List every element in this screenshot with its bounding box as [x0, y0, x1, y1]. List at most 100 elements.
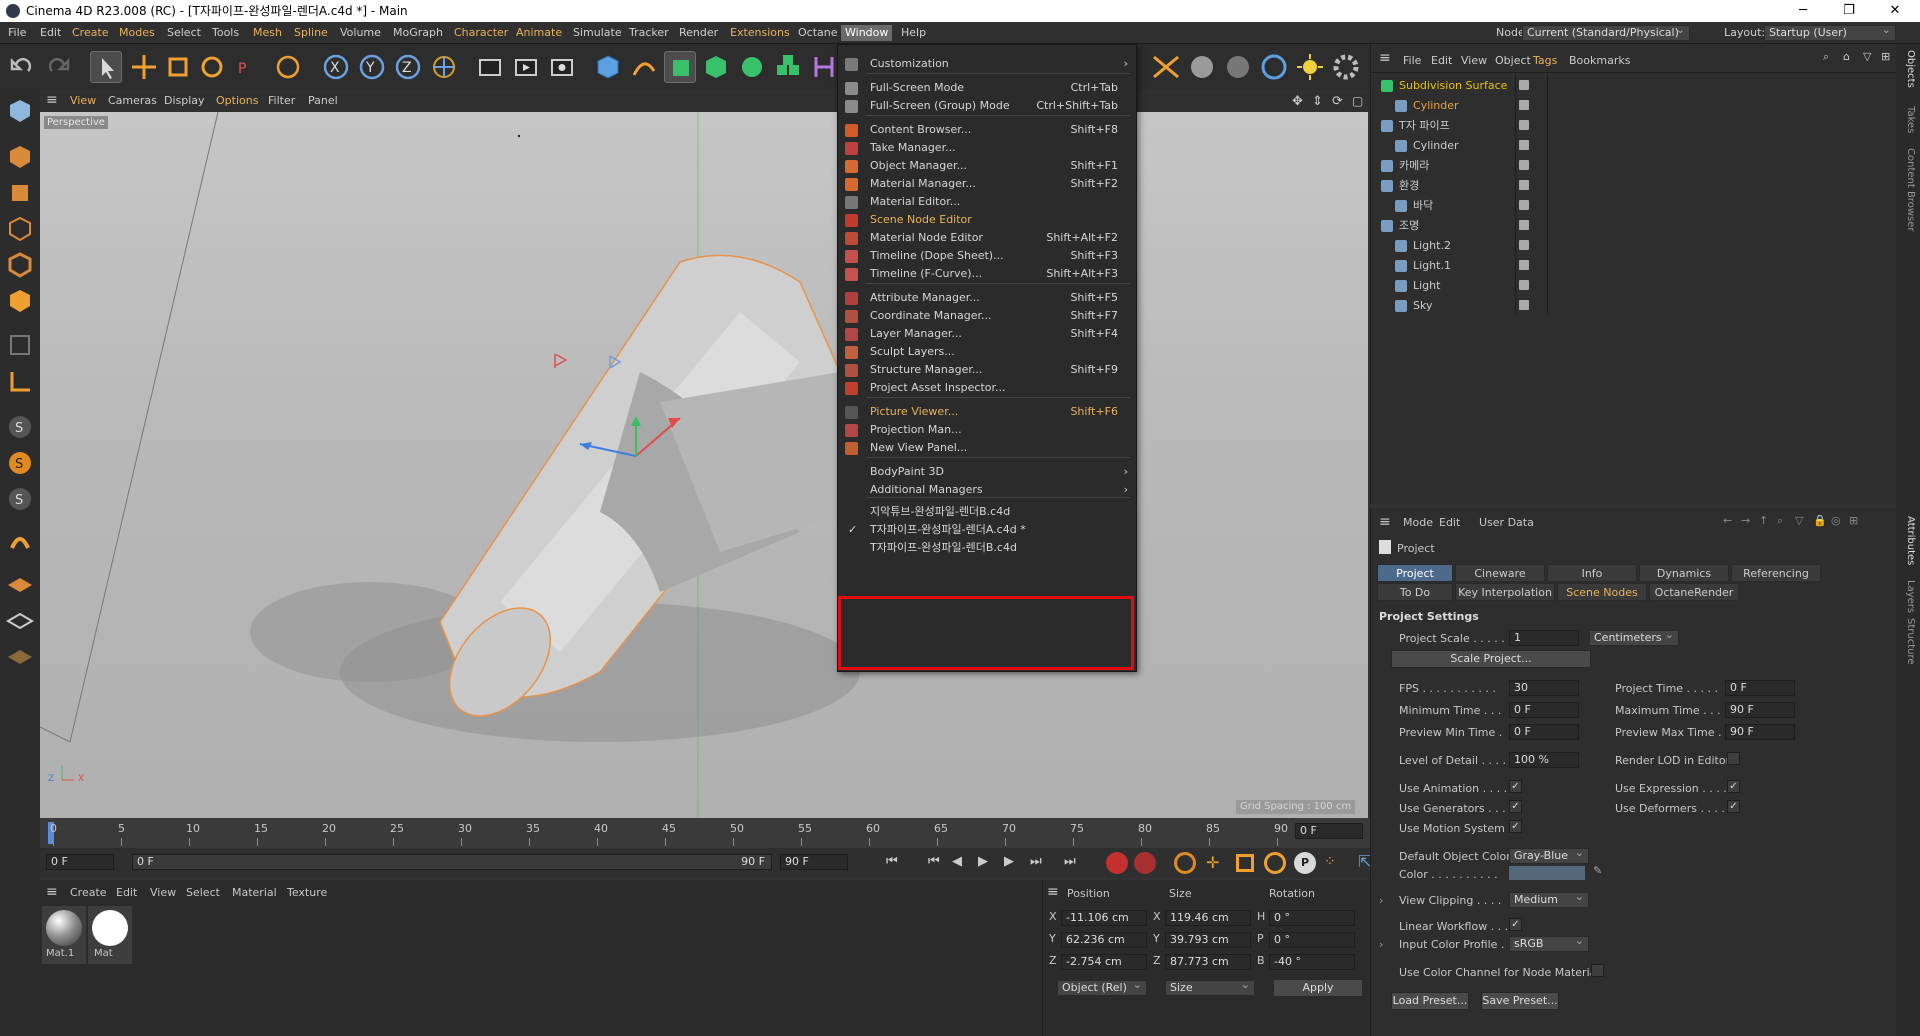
range-slider[interactable]: 0 F 90 F	[132, 854, 772, 870]
coord-size-field[interactable]: 119.46 cm	[1165, 910, 1251, 926]
menu-modes[interactable]: Modes	[117, 25, 157, 41]
save-preset-button[interactable]: Save Preset...	[1481, 992, 1559, 1010]
object-new-window-icon[interactable]: ⊞	[1881, 50, 1890, 63]
object-row[interactable]: Cylinder	[1371, 96, 1897, 116]
preview-max-field[interactable]: 90 F	[1725, 724, 1795, 740]
visibility-toggle-icon[interactable]	[1519, 300, 1529, 310]
menu-simulate[interactable]: Simulate	[571, 25, 624, 41]
coord-position-field[interactable]: -2.754 cm	[1061, 954, 1147, 970]
use-animation-checkbox[interactable]: ✓	[1509, 780, 1522, 793]
use-motion-checkbox[interactable]: ✓	[1509, 820, 1522, 833]
hamburger-icon[interactable]: ≡	[46, 92, 58, 108]
coordinate-system-icon[interactable]	[428, 51, 460, 83]
coord-size-field[interactable]: 39.793 cm	[1165, 932, 1251, 948]
visibility-toggle-icon[interactable]	[1519, 120, 1529, 130]
object-filter-icon[interactable]: ▽	[1863, 50, 1871, 63]
next-frame-icon[interactable]: ▶	[1004, 854, 1014, 869]
point-level-animation-icon[interactable]: ⁘	[1324, 854, 1336, 870]
attr-menu-user-data[interactable]: User Data	[1479, 516, 1534, 529]
octane-icon[interactable]	[1258, 51, 1290, 83]
object-menu-hamburger-icon[interactable]: ≡	[1379, 50, 1391, 66]
material-menu-material[interactable]: Material	[232, 886, 277, 899]
settings-gear-icon[interactable]	[1330, 51, 1362, 83]
visibility-toggle-icon[interactable]	[1519, 260, 1529, 270]
rotate-view-icon[interactable]: ⟳	[1332, 94, 1343, 109]
menu-octane[interactable]: Octane	[796, 25, 840, 41]
timeline-ruler[interactable]: 0 5 10 15 20 25 30 35 40 45 50 55 60 65 70 75 80 85 90 0 F	[40, 818, 1370, 848]
material-menu-hamburger-icon[interactable]: ≡	[46, 884, 58, 900]
material-menu-view[interactable]: View	[150, 886, 176, 899]
rotate-tool-icon[interactable]	[196, 51, 228, 83]
goto-end-icon[interactable]: ⏭	[1064, 854, 1076, 869]
tab-project-settings[interactable]: Project Settings	[1377, 564, 1453, 598]
object-home-icon[interactable]: ⌂	[1843, 50, 1850, 63]
minimize-button[interactable]: ─	[1780, 0, 1826, 22]
object-row[interactable]: 바닥	[1371, 196, 1897, 216]
object-row[interactable]: Cylinder	[1371, 136, 1897, 156]
visibility-toggle-icon[interactable]	[1519, 200, 1529, 210]
sky-object-icon[interactable]	[1186, 51, 1218, 83]
viewport-menu-filter[interactable]: Filter	[268, 94, 295, 107]
project-time-field[interactable]: 0 F	[1725, 680, 1795, 696]
color-picker-icon[interactable]: ✎	[1593, 864, 1602, 877]
max-time-field[interactable]: 90 F	[1725, 702, 1795, 718]
lod-field[interactable]: 100 %	[1509, 752, 1579, 768]
project-scale-unit-dropdown[interactable]: Centimeters	[1589, 628, 1679, 646]
coord-position-field[interactable]: -11.106 cm	[1061, 910, 1147, 926]
coord-menu-hamburger-icon[interactable]: ≡	[1047, 884, 1059, 900]
coord-size-mode-dropdown[interactable]: Size	[1165, 978, 1255, 996]
attr-menu-hamburger-icon[interactable]: ≡	[1379, 514, 1391, 530]
attr-target-icon[interactable]: ◎	[1831, 514, 1841, 527]
move-tool-icon[interactable]	[128, 51, 160, 83]
material-swatch[interactable]: Mat.1	[42, 906, 86, 964]
play-icon[interactable]: ▶	[978, 854, 988, 869]
coord-apply-button[interactable]: Apply	[1273, 979, 1363, 997]
window-menu-item[interactable]: Additional Managers ›	[838, 479, 1136, 501]
attr-forward-icon[interactable]: →	[1741, 514, 1750, 527]
attr-new-window-icon[interactable]: ⊞	[1849, 514, 1858, 527]
object-row[interactable]: Light.1	[1371, 256, 1897, 276]
dolly-view-icon[interactable]: ⇕	[1312, 94, 1323, 109]
menu-create[interactable]: Create	[70, 25, 111, 41]
deformer-icon[interactable]	[808, 51, 840, 83]
menu-mesh[interactable]: Mesh	[251, 25, 284, 41]
layout-dropdown[interactable]: Startup (User)	[1764, 23, 1896, 41]
object-row[interactable]: Light	[1371, 276, 1897, 296]
project-scale-field[interactable]: 1	[1509, 630, 1579, 646]
edges-mode-icon[interactable]	[4, 250, 36, 280]
object-row[interactable]: 조명	[1371, 216, 1897, 236]
tab-referencing[interactable]: Referencing	[1731, 564, 1821, 582]
menu-help[interactable]: Help	[899, 25, 928, 41]
load-preset-button[interactable]: Load Preset...	[1391, 992, 1469, 1010]
coord-rotation-field[interactable]: 0 °	[1269, 932, 1355, 948]
material-swatch[interactable]: Mat	[88, 906, 132, 964]
polygons-mode-icon[interactable]	[4, 286, 36, 316]
psr-tool-icon[interactable]: P	[230, 51, 262, 83]
dock-tab-objects[interactable]: Objects	[1905, 50, 1916, 88]
window-menu-item[interactable]: Customization ›	[838, 53, 1136, 75]
rotation-key-icon[interactable]	[1264, 852, 1286, 874]
grid-icon[interactable]	[4, 606, 36, 636]
coord-size-field[interactable]: 87.773 cm	[1165, 954, 1251, 970]
object-search-icon[interactable]: ⌕	[1823, 50, 1829, 64]
dock-tab-structure[interactable]: Structure	[1905, 618, 1916, 665]
object-row[interactable]: 환경	[1371, 176, 1897, 196]
node-space-dropdown[interactable]: Current (Standard/Physical)	[1522, 23, 1690, 41]
render-settings-icon[interactable]	[546, 51, 578, 83]
pen-spline-icon[interactable]	[628, 51, 660, 83]
current-frame-field[interactable]: 0 F	[1295, 823, 1363, 839]
use-generators-checkbox[interactable]: ✓	[1509, 800, 1522, 813]
tab-octanerender[interactable]: OctaneRender	[1649, 583, 1739, 601]
environment-icon[interactable]	[1150, 51, 1182, 83]
view-clipping-dropdown[interactable]: Medium	[1509, 890, 1589, 908]
tab-scene-nodes[interactable]: Scene Nodes	[1557, 583, 1647, 601]
object-row[interactable]: Sky	[1371, 296, 1897, 316]
color-swatch[interactable]	[1509, 866, 1585, 880]
window-menu-item[interactable]: Full-Screen (Group) Mode Ctrl+Shift+Tab	[838, 95, 1136, 117]
prev-frame-icon[interactable]: ◀	[952, 854, 962, 869]
tweak-mode-icon[interactable]	[4, 528, 36, 558]
mograph-cloner-icon[interactable]	[772, 51, 804, 83]
object-menu-view[interactable]: View	[1461, 54, 1487, 67]
material-menu-select[interactable]: Select	[186, 886, 220, 899]
coord-rotation-field[interactable]: -40 °	[1269, 954, 1355, 970]
